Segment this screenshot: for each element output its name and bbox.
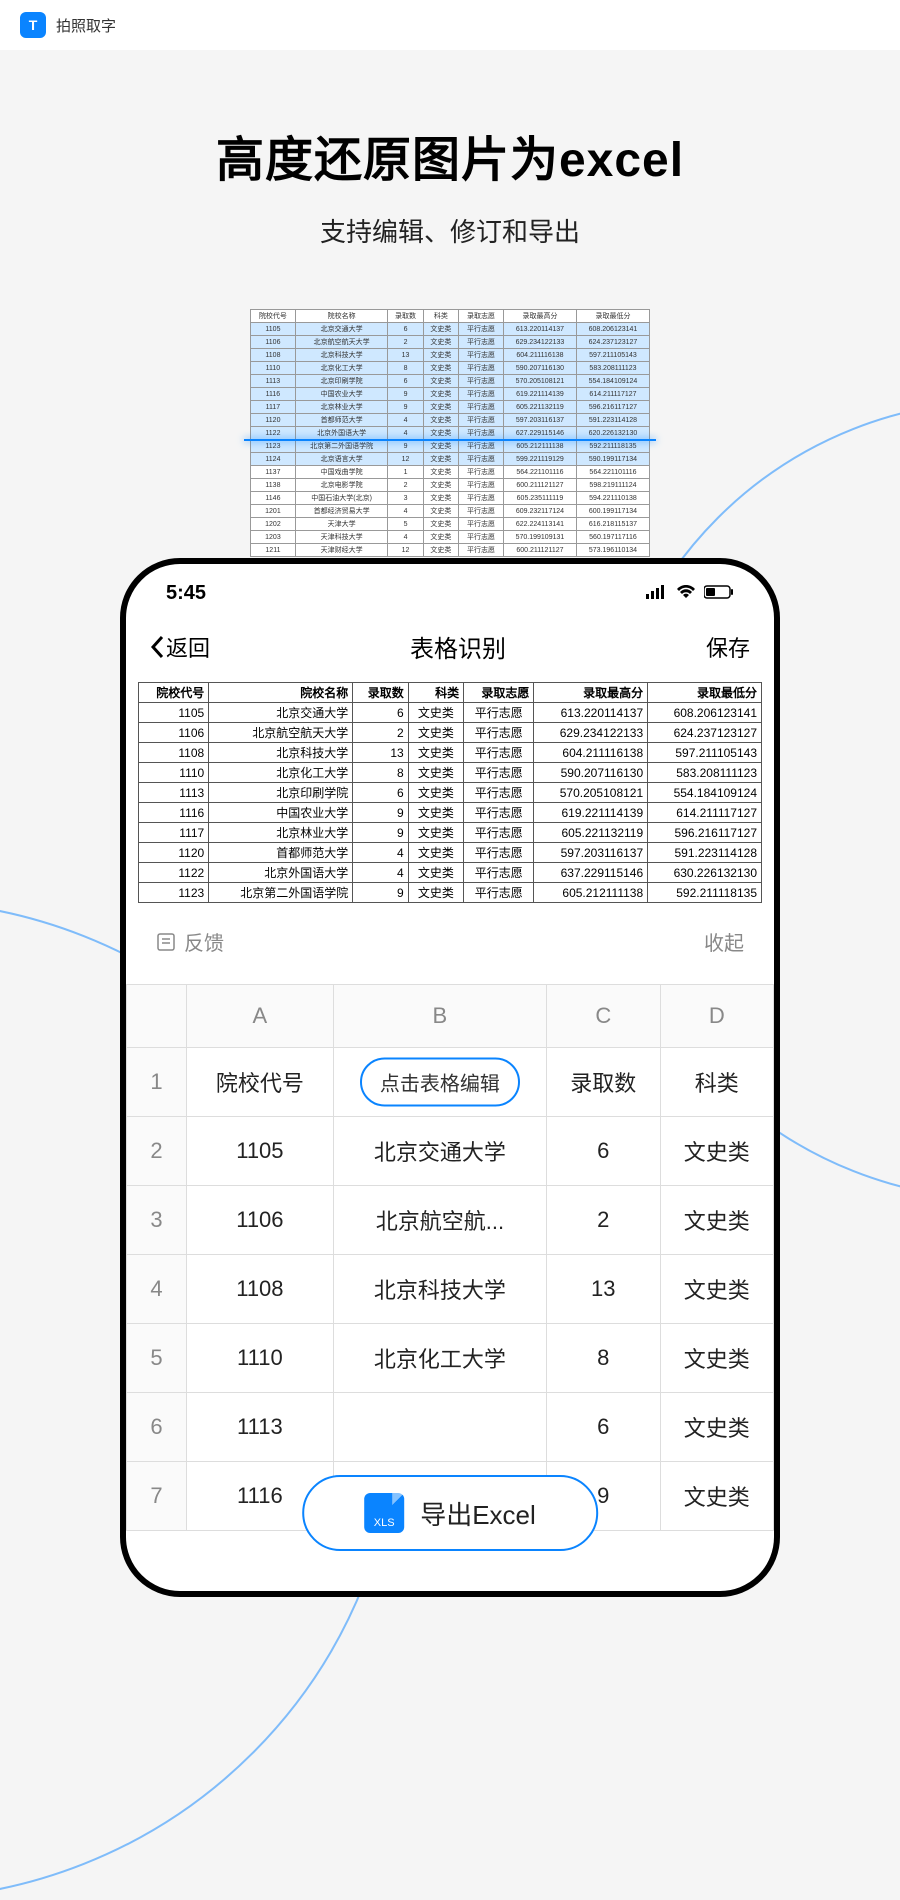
sheet-cell[interactable]: 1105 xyxy=(187,1117,334,1186)
column-header[interactable]: C xyxy=(547,985,660,1048)
wifi-icon xyxy=(676,582,696,605)
sheet-cell[interactable]: 1113 xyxy=(187,1393,334,1462)
hero-section: 高度还原图片为excel 支持编辑、修订和导出 xyxy=(0,50,900,269)
sheet-cell[interactable]: 文史类 xyxy=(660,1255,773,1324)
app-header: T 拍照取字 xyxy=(0,0,900,50)
chevron-left-icon xyxy=(150,635,166,659)
feedback-button[interactable]: 反馈 xyxy=(156,927,224,956)
signal-icon xyxy=(646,582,668,605)
sheet-cell[interactable]: 6 xyxy=(547,1117,660,1186)
sheet-cell[interactable]: 6 xyxy=(547,1393,660,1462)
row-number[interactable]: 4 xyxy=(127,1255,187,1324)
app-logo-icon: T xyxy=(20,12,46,38)
sheet-cell[interactable]: 1110 xyxy=(187,1324,334,1393)
table-row: 21105北京交通大学6文史类 xyxy=(127,1117,774,1186)
sheet-cell[interactable]: 文史类 xyxy=(660,1393,773,1462)
table-row: 31106北京航空航...2文史类 xyxy=(127,1186,774,1255)
sheet-cell[interactable]: 录取数 xyxy=(547,1048,660,1117)
sheet-cell[interactable]: 北京航空航... xyxy=(333,1186,546,1255)
app-name-label: 拍照取字 xyxy=(56,15,116,36)
xls-file-icon: XLS xyxy=(364,1493,404,1533)
edit-hint-bubble[interactable]: 点击表格编辑 xyxy=(360,1058,520,1107)
sheet-cell[interactable]: 院校代号 xyxy=(187,1048,334,1117)
recognized-table-preview: 院校代号院校名称录取数科类录取志愿录取最高分录取最低分1105北京交通大学6文史… xyxy=(138,682,762,903)
sheet-cell[interactable]: 科类 xyxy=(660,1048,773,1117)
row-number[interactable]: 2 xyxy=(127,1117,187,1186)
phone-frame: 5:45 返回 表格识别 保存 院校代号院校名称录取数科类录取志愿录取最高分录取… xyxy=(120,558,780,1597)
scan-preview-image: 院校代号院校名称录取数科类录取志愿录取最高分录取最低分1105北京交通大学6文史… xyxy=(250,309,650,557)
column-header[interactable]: B xyxy=(333,985,546,1048)
table-row: 51110北京化工大学8文史类 xyxy=(127,1324,774,1393)
sheet-cell[interactable]: 1108 xyxy=(187,1255,334,1324)
sheet-cell[interactable]: 8 xyxy=(547,1324,660,1393)
collapse-button[interactable]: 收起 xyxy=(704,927,744,956)
sheet-cell[interactable]: 北京科技大学 xyxy=(333,1255,546,1324)
export-excel-button[interactable]: XLS 导出Excel xyxy=(302,1475,598,1551)
sheet-cell[interactable]: 北京化工大学 xyxy=(333,1324,546,1393)
table-row: 611136文史类 xyxy=(127,1393,774,1462)
sheet-cell[interactable]: 文史类 xyxy=(660,1324,773,1393)
export-label: 导出Excel xyxy=(420,1495,536,1532)
sheet-cell[interactable]: 文史类 xyxy=(660,1462,773,1531)
feedback-icon xyxy=(156,932,176,952)
row-number[interactable]: 7 xyxy=(127,1462,187,1531)
battery-icon xyxy=(704,582,734,605)
sheet-cell[interactable]: 1106 xyxy=(187,1186,334,1255)
sheet-cell[interactable]: 文史类 xyxy=(660,1186,773,1255)
feedback-label: 反馈 xyxy=(184,927,224,956)
row-number[interactable]: 5 xyxy=(127,1324,187,1393)
row-number[interactable]: 6 xyxy=(127,1393,187,1462)
status-time: 5:45 xyxy=(166,582,206,605)
column-header[interactable]: D xyxy=(660,985,773,1048)
hero-subtitle: 支持编辑、修订和导出 xyxy=(20,212,880,249)
phone-nav-bar: 返回 表格识别 保存 xyxy=(126,611,774,682)
save-button[interactable]: 保存 xyxy=(706,631,750,663)
table-row: 41108北京科技大学13文史类 xyxy=(127,1255,774,1324)
table-row: 1院校代号点击表格编辑录取数科类 xyxy=(127,1048,774,1117)
editable-spreadsheet[interactable]: ABCD1院校代号点击表格编辑录取数科类21105北京交通大学6文史类31106… xyxy=(126,984,774,1531)
row-number[interactable]: 3 xyxy=(127,1186,187,1255)
row-number[interactable]: 1 xyxy=(127,1048,187,1117)
sheet-cell[interactable]: 点击表格编辑 xyxy=(333,1048,546,1117)
sheet-cell[interactable] xyxy=(333,1393,546,1462)
sheet-cell[interactable]: 2 xyxy=(547,1186,660,1255)
feedback-row: 反馈 收起 xyxy=(126,903,774,980)
scan-line-indicator xyxy=(244,439,656,441)
hero-title: 高度还原图片为excel xyxy=(20,120,880,190)
column-header[interactable]: A xyxy=(187,985,334,1048)
phone-status-bar: 5:45 xyxy=(126,564,774,611)
sheet-cell[interactable]: 北京交通大学 xyxy=(333,1117,546,1186)
sheet-cell[interactable]: 文史类 xyxy=(660,1117,773,1186)
back-button[interactable]: 返回 xyxy=(150,631,210,663)
back-label: 返回 xyxy=(166,631,210,663)
sheet-cell[interactable]: 13 xyxy=(547,1255,660,1324)
nav-title: 表格识别 xyxy=(410,629,506,664)
